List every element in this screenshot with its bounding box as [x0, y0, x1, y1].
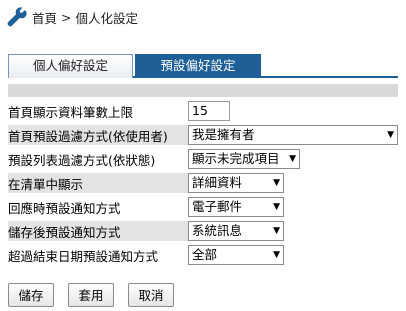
- homepage-max-items-input[interactable]: 15: [188, 101, 230, 121]
- show-in-list-select[interactable]: 詳細資料 ▼: [188, 173, 284, 193]
- chevron-down-icon: ▼: [273, 250, 280, 260]
- row-homepage-filter-user: 首頁預設過濾方式(依使用者) 我是擁有者 ▼: [8, 124, 398, 146]
- save-notify-value: 系統訊息: [192, 223, 243, 238]
- homepage-filter-user-value: 我是擁有者: [192, 127, 255, 142]
- homepage-filter-user-label: 首頁預設過濾方式(依使用者): [8, 129, 168, 144]
- reply-notify-select[interactable]: 電子郵件 ▼: [188, 197, 284, 217]
- wrench-icon: [7, 7, 27, 27]
- save-notify-select[interactable]: 系統訊息 ▼: [188, 221, 284, 241]
- action-buttons: 儲存 套用 取消: [8, 283, 174, 307]
- breadcrumb: 首頁 > 個人化設定: [6, 6, 138, 28]
- reply-notify-label: 回應時預設通知方式: [8, 201, 121, 216]
- save-notify-label: 儲存後預設通知方式: [8, 225, 121, 240]
- overdue-notify-label: 超過結束日期預設通知方式: [8, 249, 159, 264]
- row-show-in-list: 在清單中顯示 詳細資料 ▼: [8, 172, 398, 194]
- tab-bar: 個人偏好設定 預設偏好設定: [8, 54, 398, 78]
- homepage-max-items-label: 首頁顯示資料筆數上限: [8, 105, 134, 120]
- breadcrumb-separator: >: [61, 9, 72, 25]
- chevron-down-icon: ▼: [273, 178, 280, 188]
- row-reply-notify: 回應時預設通知方式 電子郵件 ▼: [8, 196, 398, 218]
- show-in-list-label: 在清單中顯示: [8, 177, 84, 192]
- breadcrumb-current: 個人化設定: [75, 10, 139, 26]
- show-in-list-value: 詳細資料: [192, 175, 243, 190]
- list-filter-status-value: 顯示未完成項目: [192, 151, 280, 166]
- row-save-notify: 儲存後預設通知方式 系統訊息 ▼: [8, 220, 398, 242]
- cancel-button[interactable]: 取消: [128, 283, 174, 307]
- chevron-down-icon: ▼: [273, 226, 280, 236]
- list-filter-status-label: 預設列表過濾方式(依狀態): [8, 153, 156, 168]
- row-overdue-notify: 超過結束日期預設通知方式 全部 ▼: [8, 244, 398, 266]
- overdue-notify-select[interactable]: 全部 ▼: [188, 245, 284, 265]
- save-button[interactable]: 儲存: [8, 283, 54, 307]
- reply-notify-value: 電子郵件: [192, 199, 243, 214]
- chevron-down-icon: ▼: [273, 202, 280, 212]
- overdue-notify-value: 全部: [192, 247, 218, 262]
- row-list-filter-status: 預設列表過濾方式(依狀態) 顯示未完成項目 ▼: [8, 148, 398, 170]
- preferences-form: 首頁顯示資料筆數上限 15 首頁預設過濾方式(依使用者) 我是擁有者 ▼ 預設列…: [8, 100, 398, 268]
- homepage-filter-user-select[interactable]: 我是擁有者 ▼: [188, 125, 398, 145]
- chevron-down-icon: ▼: [387, 130, 394, 140]
- row-homepage-max-items: 首頁顯示資料筆數上限 15: [8, 100, 398, 122]
- chevron-down-icon: ▼: [289, 154, 296, 164]
- tab-default-preferences[interactable]: 預設偏好設定: [135, 54, 261, 78]
- apply-button[interactable]: 套用: [68, 283, 114, 307]
- section-strip: [8, 84, 398, 97]
- list-filter-status-select[interactable]: 顯示未完成項目 ▼: [188, 149, 300, 169]
- breadcrumb-home[interactable]: 首頁: [32, 8, 57, 27]
- tab-personal-preferences[interactable]: 個人偏好設定: [8, 54, 133, 78]
